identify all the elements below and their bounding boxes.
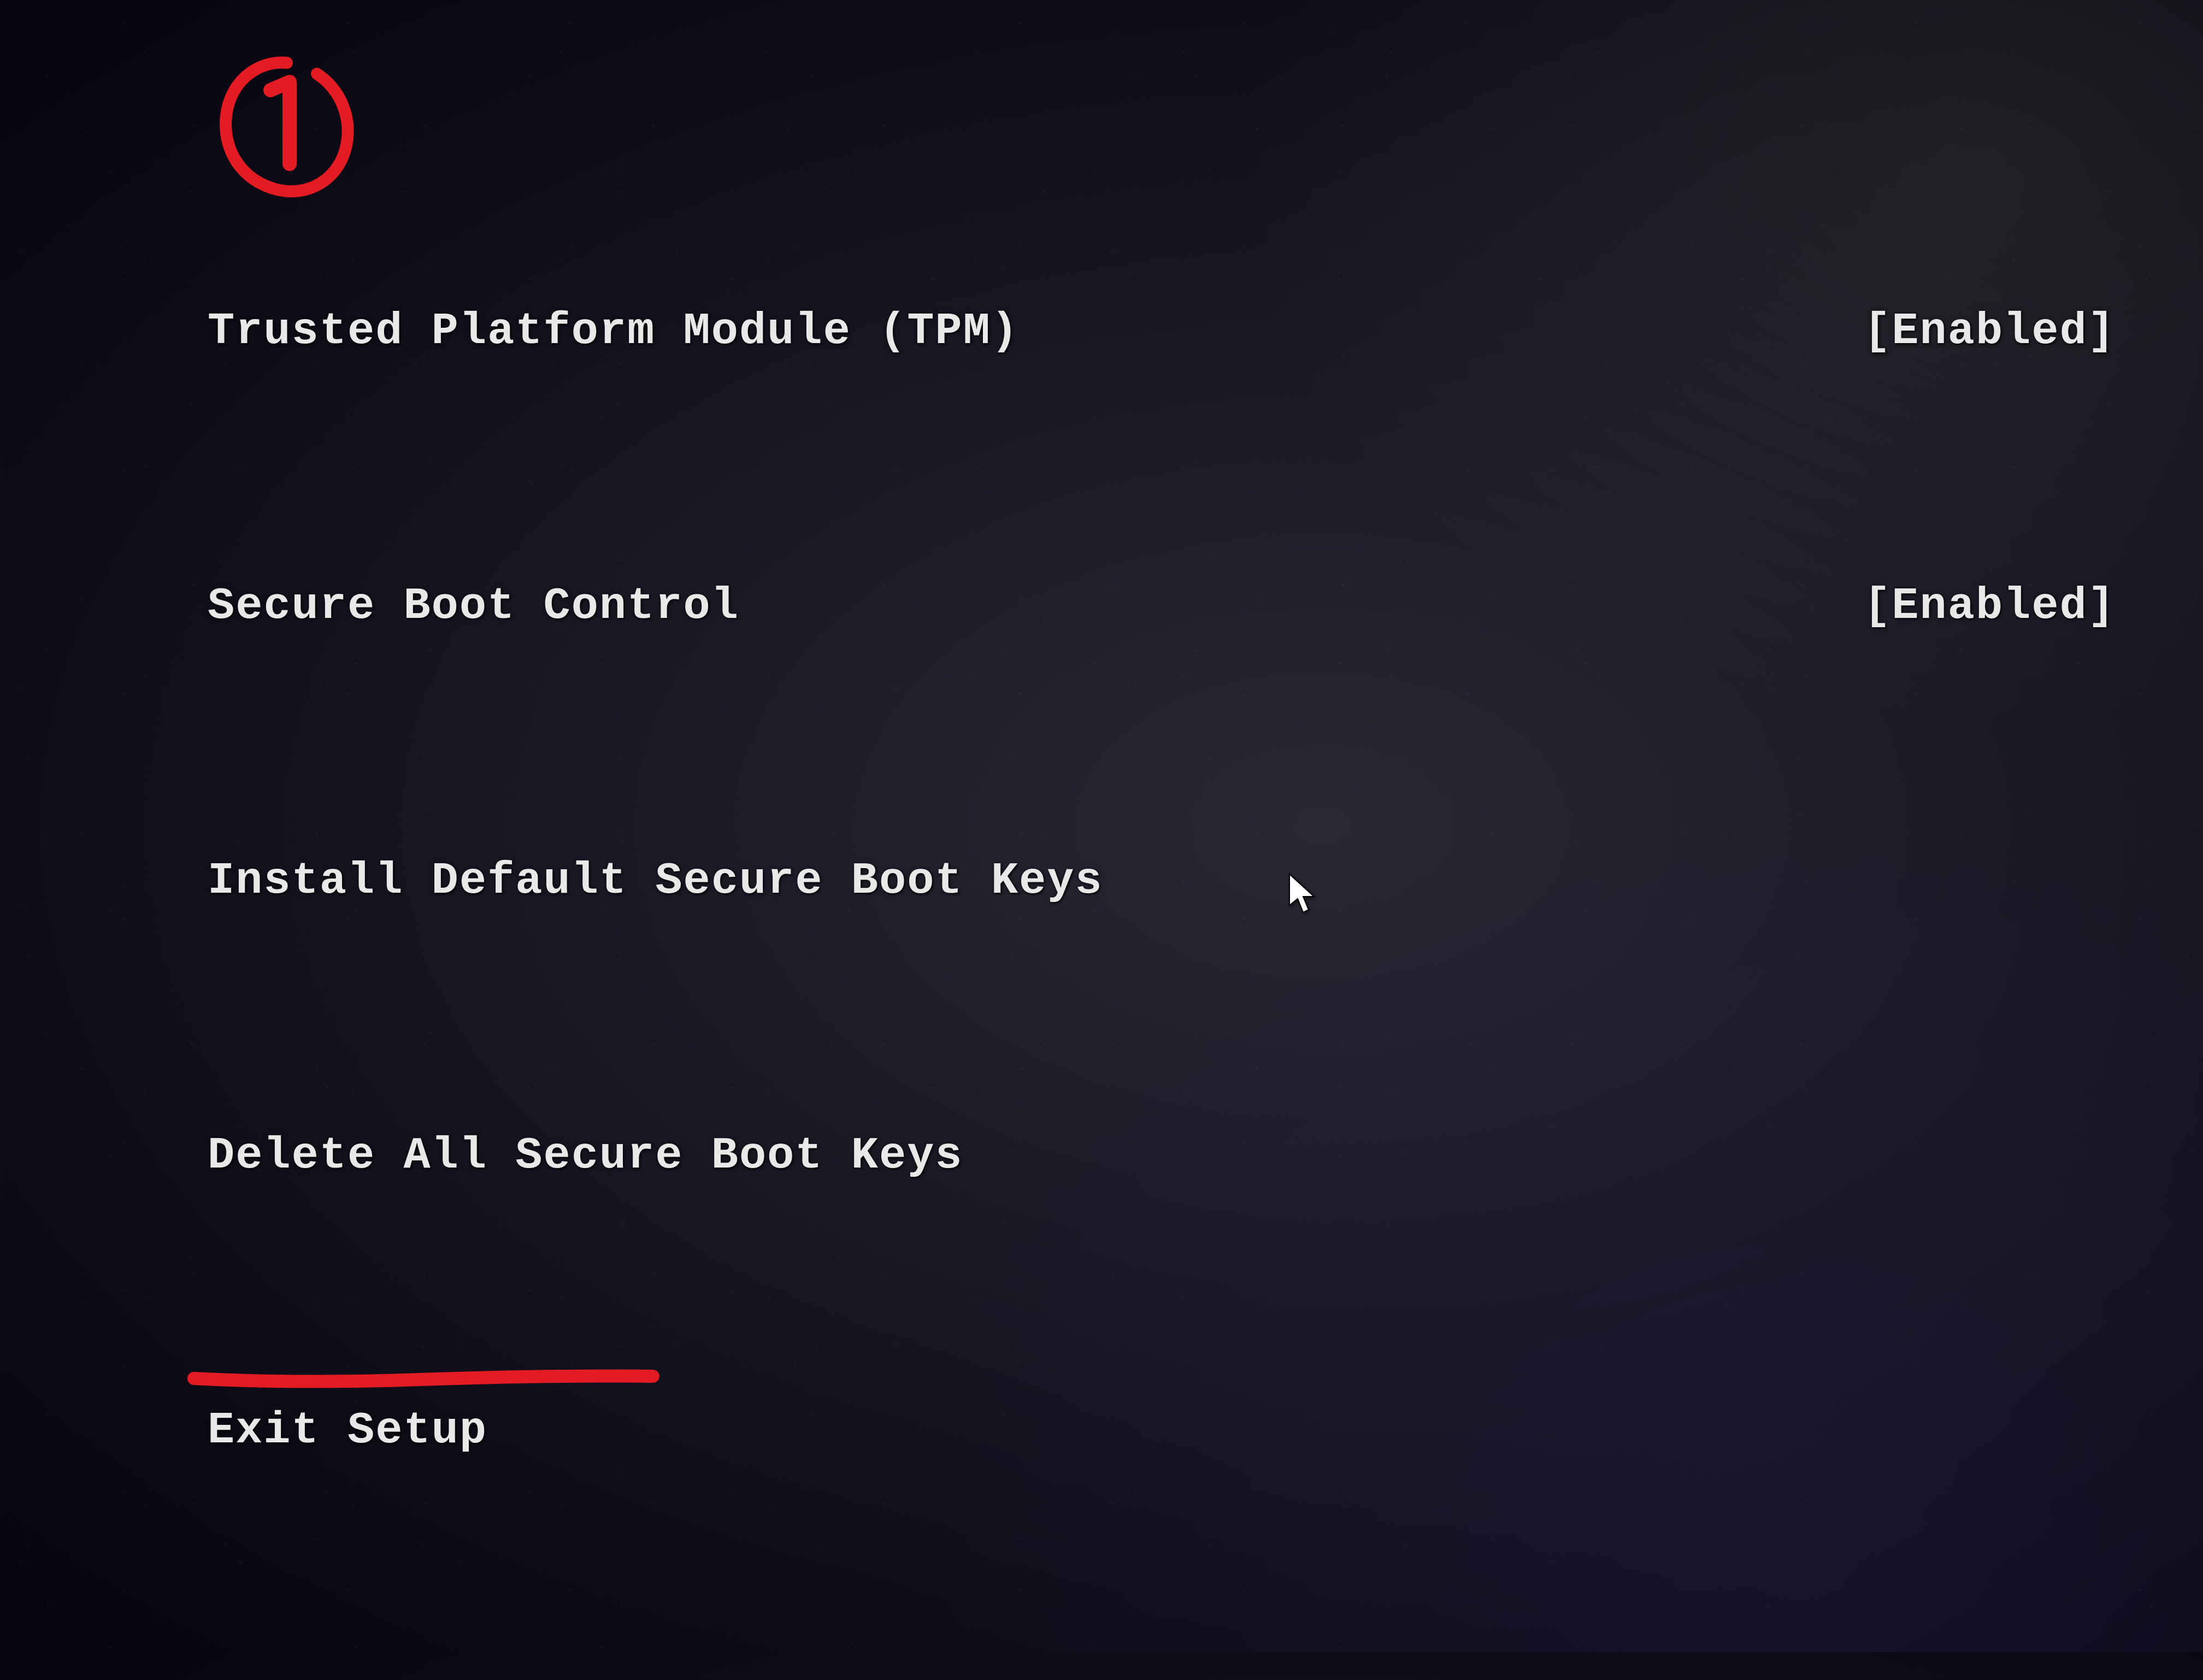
- menu-value-tpm: [Enabled]: [1864, 306, 2116, 357]
- menu-item-secure-boot-control[interactable]: Secure Boot Control [Enabled]: [208, 581, 2148, 632]
- menu-item-delete-all-keys[interactable]: Delete All Secure Boot Keys: [208, 1130, 2148, 1181]
- annotation-underline: [186, 1363, 661, 1396]
- menu-label-install-default-keys: Install Default Secure Boot Keys: [208, 856, 1103, 906]
- menu-item-tpm[interactable]: Trusted Platform Module (TPM) [Enabled]: [208, 306, 2148, 357]
- bios-security-menu: Trusted Platform Module (TPM) [Enabled] …: [208, 306, 2148, 1680]
- menu-label-tpm: Trusted Platform Module (TPM): [208, 306, 1019, 357]
- menu-item-install-default-keys[interactable]: Install Default Secure Boot Keys: [208, 856, 2148, 906]
- menu-value-secure-boot-control: [Enabled]: [1864, 581, 2116, 632]
- menu-label-secure-boot-control: Secure Boot Control: [208, 581, 739, 632]
- menu-label-exit-setup: Exit Setup: [208, 1405, 487, 1456]
- menu-label-delete-all-keys: Delete All Secure Boot Keys: [208, 1130, 963, 1181]
- annotation-number-badge: [208, 49, 361, 202]
- mouse-cursor-icon: [1287, 871, 1320, 918]
- menu-item-exit-setup[interactable]: Exit Setup: [208, 1405, 2148, 1456]
